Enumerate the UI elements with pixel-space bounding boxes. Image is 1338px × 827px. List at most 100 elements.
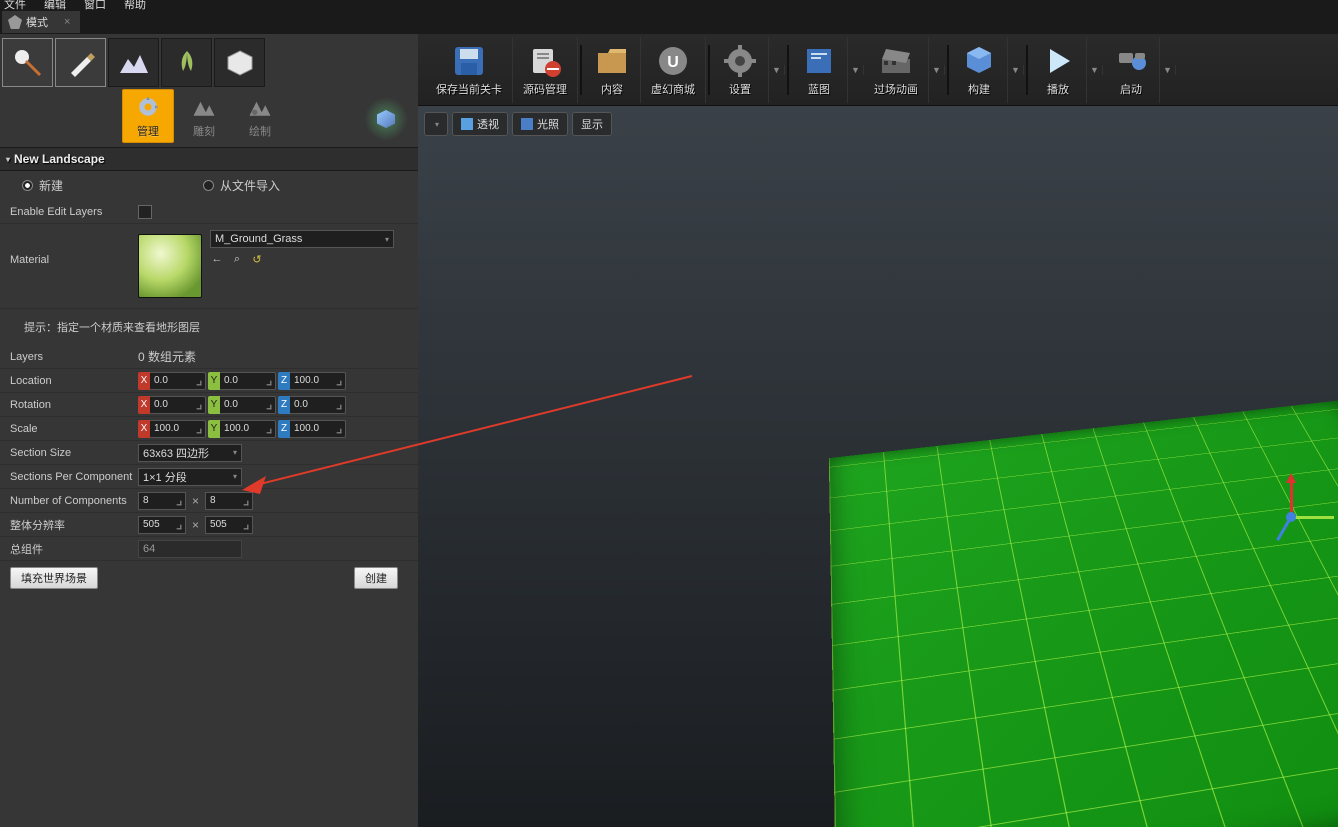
- menu-bar: 文件 编辑 窗口 帮助: [0, 0, 1338, 10]
- toolbar-content[interactable]: 内容: [584, 37, 641, 103]
- toolbar-play-dropdown[interactable]: ▼: [1087, 65, 1103, 75]
- menu-edit[interactable]: 编辑: [44, 0, 66, 6]
- rotation-z-input[interactable]: 0.0: [290, 396, 346, 414]
- axis-z-icon: Z: [278, 372, 290, 390]
- section-header-newlandscape[interactable]: New Landscape: [0, 147, 418, 171]
- label-sections-per-component: Sections Per Component: [10, 471, 138, 483]
- marketplace-icon: U: [655, 43, 691, 79]
- radio-import-input[interactable]: [203, 180, 214, 191]
- toolbar-play[interactable]: 播放: [1030, 37, 1087, 103]
- lit-icon: [521, 118, 533, 130]
- submode-manage[interactable]: 管理: [122, 89, 174, 143]
- label-overall-resolution: 整体分辨率: [10, 517, 138, 533]
- new-brush-glow[interactable]: [364, 97, 408, 141]
- material-dropdown[interactable]: M_Ground_Grass: [210, 230, 394, 248]
- toolbar-source-control[interactable]: 源码管理: [513, 37, 578, 103]
- mode-toolbar: 管理 雕刻 绘制: [0, 34, 418, 147]
- menu-help[interactable]: 帮助: [124, 0, 146, 6]
- label-rotation: Rotation: [10, 399, 138, 411]
- toolbar-cinematics[interactable]: 过场动画: [864, 37, 929, 103]
- menu-window[interactable]: 窗口: [84, 0, 106, 6]
- location-y-input[interactable]: 0.0: [220, 372, 276, 390]
- checkbox-enable-edit-layers[interactable]: [138, 205, 152, 219]
- label-enable-edit-layers: Enable Edit Layers: [10, 206, 138, 218]
- radio-import[interactable]: 从文件导入: [203, 177, 280, 194]
- submode-sculpt[interactable]: 雕刻: [178, 89, 230, 143]
- gizmo-origin[interactable]: [1286, 512, 1296, 522]
- toolbar-settings[interactable]: 设置: [712, 37, 769, 103]
- total-components-value: 64: [138, 540, 242, 558]
- toolbar-launch-dropdown[interactable]: ▼: [1160, 65, 1176, 75]
- location-z-input[interactable]: 100.0: [290, 372, 346, 390]
- scale-x-input[interactable]: 100.0: [150, 420, 206, 438]
- settings-icon: [722, 43, 758, 79]
- toolbar-blueprints[interactable]: 蓝图: [791, 37, 848, 103]
- material-search-icon[interactable]: ⌕: [230, 252, 244, 266]
- mode-landscape[interactable]: [108, 38, 159, 87]
- radio-new[interactable]: 新建: [22, 177, 63, 194]
- label-scale: Scale: [10, 423, 138, 435]
- label-total-components: 总组件: [10, 541, 138, 557]
- fill-world-button[interactable]: 填充世界场景: [10, 567, 98, 589]
- gizmo-y-axis[interactable]: [1290, 516, 1334, 519]
- toolbar-build[interactable]: 构建: [951, 37, 1008, 103]
- viewport-options-dropdown[interactable]: [424, 112, 448, 136]
- launch-icon: [1113, 43, 1149, 79]
- viewport-toolbar: 透视 光照 显示: [424, 112, 612, 136]
- mode-paint[interactable]: [55, 38, 106, 87]
- main-toolbar: 保存当前关卡 源码管理 内容 U 虚幻商城 设置 ▼: [418, 34, 1338, 106]
- label-location: Location: [10, 375, 138, 387]
- toolbar-build-dropdown[interactable]: ▼: [1008, 65, 1024, 75]
- resolution-y-input[interactable]: 505: [205, 516, 253, 534]
- submode-paint[interactable]: 绘制: [234, 89, 286, 143]
- sections-per-component-dropdown[interactable]: 1×1 分段: [138, 468, 242, 486]
- toolbar-settings-dropdown[interactable]: ▼: [769, 65, 785, 75]
- viewport[interactable]: 透视 光照 显示: [418, 106, 1338, 827]
- resolution-x-input[interactable]: 505: [138, 516, 186, 534]
- toolbar-save[interactable]: 保存当前关卡: [426, 37, 513, 103]
- toolbar-launch[interactable]: 启动: [1103, 37, 1160, 103]
- perspective-icon: [461, 118, 473, 130]
- cinematics-icon: [878, 43, 914, 79]
- scale-y-input[interactable]: 100.0: [220, 420, 276, 438]
- tab-bar: 模式 ×: [0, 10, 1338, 34]
- viewport-show-button[interactable]: 显示: [572, 112, 612, 136]
- axis-x-icon: X: [138, 372, 150, 390]
- material-hint: 提示：指定一个材质来查看地形图层: [0, 309, 418, 345]
- material-back-icon[interactable]: ←: [210, 252, 224, 266]
- toolbar-marketplace[interactable]: U 虚幻商城: [641, 37, 706, 103]
- material-reset-icon[interactable]: ↺: [250, 252, 264, 266]
- label-material: Material: [10, 230, 138, 266]
- tab-close-icon[interactable]: ×: [64, 16, 70, 28]
- mode-geometry[interactable]: [214, 38, 265, 87]
- build-icon: [961, 43, 997, 79]
- gizmo-z-axis[interactable]: [1290, 476, 1293, 516]
- radio-new-input[interactable]: [22, 180, 33, 191]
- mode-foliage[interactable]: [161, 38, 212, 87]
- content-icon: [594, 43, 630, 79]
- rotation-y-input[interactable]: 0.0: [220, 396, 276, 414]
- num-components-x-input[interactable]: 8: [138, 492, 186, 510]
- create-mode-radio-row: 新建 从文件导入: [0, 171, 418, 200]
- left-panel: 管理 雕刻 绘制 New Landscape 新建 从文件导入 Enable E…: [0, 34, 418, 827]
- modes-icon: [8, 15, 22, 29]
- landscape-preview: [829, 400, 1338, 827]
- scale-z-input[interactable]: 100.0: [290, 420, 346, 438]
- location-x-input[interactable]: 0.0: [150, 372, 206, 390]
- menu-file[interactable]: 文件: [4, 0, 26, 6]
- material-thumbnail[interactable]: [138, 234, 202, 298]
- section-size-dropdown[interactable]: 63x63 四边形: [138, 444, 242, 462]
- tab-modes[interactable]: 模式 ×: [2, 11, 80, 33]
- mode-place[interactable]: [2, 38, 53, 87]
- create-button[interactable]: 创建: [354, 567, 398, 589]
- save-icon: [451, 43, 487, 79]
- toolbar-cinematics-dropdown[interactable]: ▼: [929, 65, 945, 75]
- num-components-y-input[interactable]: 8: [205, 492, 253, 510]
- toolbar-blueprints-dropdown[interactable]: ▼: [848, 65, 864, 75]
- source-control-icon: [527, 43, 563, 79]
- play-icon: [1040, 43, 1076, 79]
- viewport-perspective-button[interactable]: 透视: [452, 112, 508, 136]
- viewport-lit-button[interactable]: 光照: [512, 112, 568, 136]
- svg-text:U: U: [667, 54, 679, 71]
- rotation-x-input[interactable]: 0.0: [150, 396, 206, 414]
